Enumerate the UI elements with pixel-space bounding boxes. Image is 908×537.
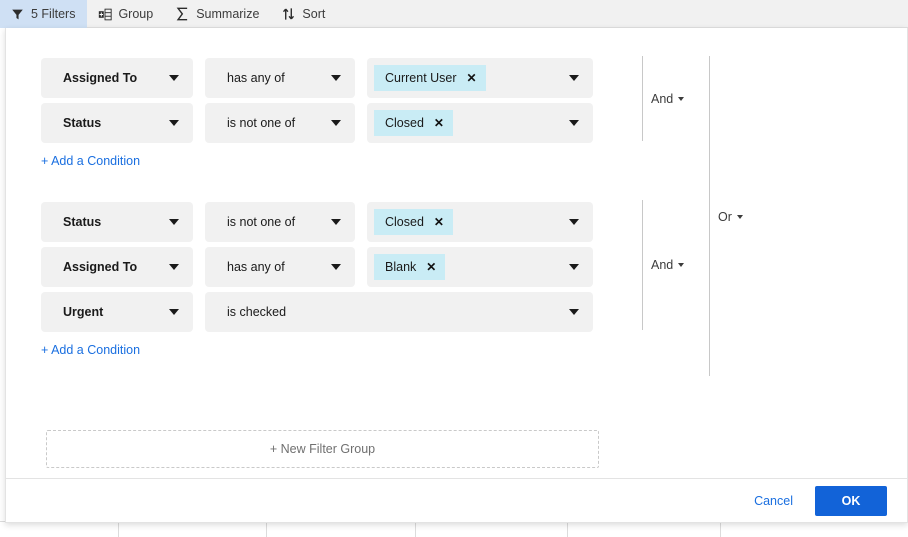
dialog-footer: Cancel OK — [6, 478, 908, 522]
remove-chip-icon[interactable]: ✕ — [467, 72, 477, 84]
ok-button[interactable]: OK — [815, 485, 887, 516]
condition-row: Status is not one of Closed ✕ — [41, 103, 593, 143]
toolbar-label-sort: Sort — [302, 7, 326, 21]
chevron-down-icon — [331, 219, 341, 225]
outer-connector-or[interactable]: Or — [718, 210, 743, 224]
condition-operator-select[interactable]: is not one of — [205, 103, 355, 143]
condition-value-select[interactable]: Closed ✕ — [367, 103, 593, 143]
condition-operator-select[interactable]: has any of — [205, 247, 355, 287]
chevron-down-icon — [169, 219, 179, 225]
sort-arrows-icon — [281, 7, 296, 22]
value-chip: Current User ✕ — [374, 65, 486, 91]
filter-dialog: Assigned To has any of Current User ✕ St… — [5, 28, 908, 523]
condition-operator-select[interactable]: has any of — [205, 58, 355, 98]
add-condition-link-group-1[interactable]: + Add a Condition — [41, 154, 140, 168]
table-row — [0, 521, 908, 537]
condition-attribute-label: Assigned To — [63, 71, 138, 85]
group-icon — [97, 7, 112, 22]
table-column-divider — [720, 521, 721, 537]
chevron-down-icon — [569, 219, 579, 225]
condition-attribute-select[interactable]: Status — [41, 202, 193, 242]
value-chip-label: Current User — [385, 71, 457, 85]
group-connector-line — [642, 56, 643, 141]
condition-attribute-select[interactable]: Assigned To — [41, 58, 193, 98]
group-2-connector-and[interactable]: And — [651, 258, 685, 272]
table-column-divider — [266, 521, 267, 537]
condition-operator-select[interactable]: is not one of — [205, 202, 355, 242]
chevron-down-icon — [331, 120, 341, 126]
chevron-down-icon — [569, 309, 579, 315]
condition-operator-select[interactable]: is checked — [205, 292, 593, 332]
condition-row: Assigned To has any of Blank ✕ — [41, 247, 593, 287]
table-column-divider — [567, 521, 568, 537]
toolbar-button-summarize[interactable]: Summarize — [165, 0, 271, 28]
chevron-down-icon — [569, 264, 579, 270]
value-chip: Blank ✕ — [374, 254, 446, 280]
group-1-connector-and[interactable]: And — [651, 92, 685, 106]
condition-operator-label: is checked — [227, 305, 287, 319]
chevron-down-icon — [331, 264, 341, 270]
chevron-down-icon — [169, 264, 179, 270]
chevron-down-icon — [169, 75, 179, 81]
value-chip: Closed ✕ — [374, 110, 453, 136]
chevron-down-icon — [169, 309, 179, 315]
condition-row: Status is not one of Closed ✕ — [41, 202, 593, 242]
condition-operator-label: has any of — [227, 71, 285, 85]
filter-dialog-body: Assigned To has any of Current User ✕ St… — [6, 28, 907, 479]
condition-attribute-select[interactable]: Assigned To — [41, 247, 193, 287]
condition-operator-label: has any of — [227, 260, 285, 274]
chevron-down-icon — [678, 263, 685, 267]
view-toolbar: 5 Filters Group Summarize Sort — [0, 0, 908, 28]
value-chip: Closed ✕ — [374, 209, 453, 235]
toolbar-button-sort[interactable]: Sort — [271, 0, 337, 28]
sigma-icon — [175, 7, 190, 22]
toolbar-button-filters[interactable]: 5 Filters — [0, 0, 88, 28]
condition-attribute-label: Assigned To — [63, 260, 138, 274]
remove-chip-icon[interactable]: ✕ — [434, 117, 444, 129]
group-connector-line — [642, 200, 643, 330]
chevron-down-icon — [569, 120, 579, 126]
condition-attribute-label: Status — [63, 215, 102, 229]
connector-label: And — [651, 258, 674, 272]
table-column-divider — [415, 521, 416, 537]
chevron-down-icon — [569, 75, 579, 81]
chevron-down-icon — [736, 215, 743, 219]
condition-operator-label: is not one of — [227, 215, 296, 229]
cancel-button[interactable]: Cancel — [754, 494, 793, 508]
funnel-icon — [10, 7, 25, 22]
value-chip-label: Closed — [385, 215, 424, 229]
table-column-divider — [118, 521, 119, 537]
condition-value-select[interactable]: Closed ✕ — [367, 202, 593, 242]
remove-chip-icon[interactable]: ✕ — [426, 261, 436, 273]
chevron-down-icon — [678, 97, 685, 101]
value-chip-label: Closed — [385, 116, 424, 130]
remove-chip-icon[interactable]: ✕ — [434, 216, 444, 228]
condition-attribute-label: Urgent — [63, 305, 104, 319]
condition-value-select[interactable]: Blank ✕ — [367, 247, 593, 287]
toolbar-label-filters: 5 Filters — [31, 7, 76, 21]
chevron-down-icon — [169, 120, 179, 126]
condition-value-select[interactable]: Current User ✕ — [367, 58, 593, 98]
new-filter-group-label: + New Filter Group — [269, 442, 376, 456]
condition-row: Assigned To has any of Current User ✕ — [41, 58, 593, 98]
connector-label: Or — [718, 210, 732, 224]
add-condition-link-group-2[interactable]: + Add a Condition — [41, 343, 140, 357]
outer-connector-line — [709, 56, 710, 376]
condition-attribute-select[interactable]: Urgent — [41, 292, 193, 332]
value-chip-label: Blank — [385, 260, 417, 274]
connector-label: And — [651, 92, 674, 106]
condition-attribute-label: Status — [63, 116, 102, 130]
toolbar-label-summarize: Summarize — [196, 7, 260, 21]
new-filter-group-button[interactable]: + New Filter Group — [46, 430, 599, 468]
toolbar-label-group: Group — [118, 7, 154, 21]
condition-attribute-select[interactable]: Status — [41, 103, 193, 143]
chevron-down-icon — [331, 75, 341, 81]
condition-operator-label: is not one of — [227, 116, 296, 130]
condition-row: Urgent is checked — [41, 292, 593, 332]
toolbar-button-group[interactable]: Group — [87, 0, 165, 28]
